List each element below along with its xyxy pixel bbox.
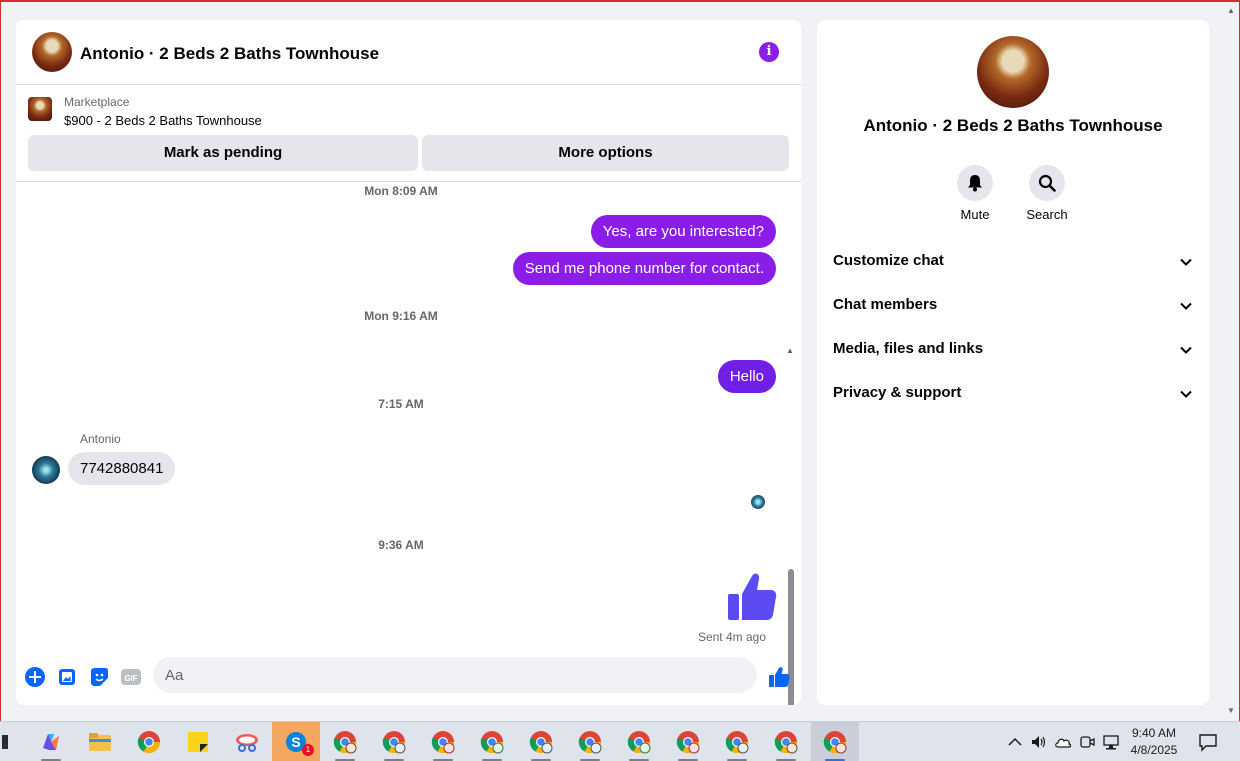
- message-input-container: [153, 657, 757, 693]
- section-media-files-links[interactable]: Media, files and links: [833, 340, 1193, 364]
- mute-button[interactable]: Mute: [945, 165, 1005, 222]
- chrome-icon[interactable]: [125, 722, 173, 761]
- meet-now-icon[interactable]: [1078, 733, 1096, 751]
- outgoing-message[interactable]: Yes, are you interested?: [590, 215, 776, 248]
- thumbs-up-message-icon[interactable]: [726, 570, 778, 622]
- search-label: Search: [1026, 207, 1068, 222]
- clock-time: 9:40 AM: [1131, 726, 1177, 740]
- copilot-icon[interactable]: [27, 722, 75, 761]
- file-explorer-icon[interactable]: [76, 722, 124, 761]
- chevron-down-icon: [1180, 302, 1192, 310]
- profile-title: Antonio · 2 Beds 2 Baths Townhouse: [863, 116, 1163, 135]
- skype-icon[interactable]: S 1: [272, 722, 320, 761]
- chrome-profile-icon[interactable]: [762, 722, 810, 761]
- listing-title: $900 - 2 Beds 2 Baths Townhouse: [64, 113, 262, 128]
- network-icon[interactable]: [1102, 733, 1120, 751]
- sticker-icon[interactable]: [88, 666, 110, 688]
- mute-label: Mute: [960, 207, 990, 222]
- timestamp: 7:15 AM: [378, 397, 424, 411]
- window-frame-top: [0, 0, 1240, 2]
- search-icon: [1038, 174, 1056, 192]
- clock-date: 4/8/2025: [1130, 743, 1178, 757]
- chat-header: Antonio · 2 Beds 2 Baths Townhouse i: [16, 20, 801, 85]
- chrome-profile-icon[interactable]: [468, 722, 516, 761]
- chrome-profile-icon[interactable]: [370, 722, 418, 761]
- onedrive-cloud-icon[interactable]: [1054, 733, 1072, 751]
- timestamp: Mon 8:09 AM: [364, 184, 438, 198]
- window-frame-left: [0, 0, 1, 761]
- section-privacy-support[interactable]: Privacy & support: [833, 384, 1193, 408]
- sender-avatar[interactable]: [32, 456, 60, 484]
- svg-text:S: S: [291, 734, 300, 750]
- send-like-icon[interactable]: [768, 666, 790, 688]
- section-label: Customize chat: [833, 252, 944, 269]
- page-scroll-up-icon[interactable]: ▲: [1227, 6, 1235, 15]
- volume-icon[interactable]: [1030, 733, 1048, 751]
- sticky-notes-icon[interactable]: [174, 722, 222, 761]
- add-plus-icon[interactable]: [24, 666, 46, 688]
- photo-icon[interactable]: [56, 666, 78, 688]
- seen-receipt-avatar: [751, 495, 765, 509]
- section-label: Chat members: [833, 296, 938, 313]
- conversation-details-panel: Antonio · 2 Beds 2 Baths Townhouse Mute …: [817, 20, 1209, 705]
- composer: GIF: [16, 652, 801, 705]
- chrome-profile-icon[interactable]: [811, 722, 859, 761]
- message-list[interactable]: ▲ Mon 8:09 AM Yes, are you interested? S…: [16, 182, 801, 705]
- chat-title[interactable]: Antonio · 2 Beds 2 Baths Townhouse: [80, 44, 379, 64]
- chrome-profile-icon[interactable]: [713, 722, 761, 761]
- incoming-message[interactable]: 7742880841: [68, 452, 176, 485]
- more-options-button[interactable]: More options: [422, 135, 789, 171]
- svg-text:GIF: GIF: [124, 674, 137, 683]
- mark-as-pending-button[interactable]: Mark as pending: [28, 135, 418, 171]
- notification-center-icon[interactable]: [1198, 732, 1218, 752]
- bell-icon: [968, 175, 982, 192]
- sent-status: Sent 4m ago: [697, 630, 766, 644]
- section-chat-members[interactable]: Chat members: [833, 296, 1193, 320]
- outgoing-message[interactable]: Hello: [717, 360, 776, 393]
- chrome-profile-icon[interactable]: [321, 722, 369, 761]
- listing-avatar[interactable]: [32, 32, 72, 72]
- scroll-up-arrow-icon[interactable]: ▲: [786, 346, 794, 355]
- snipping-tool-icon[interactable]: [223, 722, 271, 761]
- section-label: Privacy & support: [833, 384, 962, 401]
- chat-panel: Antonio · 2 Beds 2 Baths Townhouse i Mar…: [16, 20, 801, 705]
- chevron-down-icon: [1180, 258, 1192, 266]
- chevron-down-icon: [1180, 346, 1192, 354]
- search-button[interactable]: Search: [1017, 165, 1077, 222]
- chevron-up-icon[interactable]: [1006, 733, 1024, 751]
- marketplace-listing[interactable]: Marketplace $900 - 2 Beds 2 Baths Townho…: [16, 85, 801, 135]
- system-clock[interactable]: 9:40 AM 4/8/2025: [1124, 725, 1184, 759]
- chrome-profile-icon[interactable]: [664, 722, 712, 761]
- section-label: Media, files and links: [833, 340, 984, 357]
- outgoing-message[interactable]: Send me phone number for contact.: [512, 252, 776, 285]
- sender-name: Antonio: [80, 432, 121, 446]
- chrome-profile-icon[interactable]: [566, 722, 614, 761]
- profile-avatar[interactable]: [977, 36, 1049, 108]
- skype-notification-badge: 1: [302, 744, 314, 756]
- listing-thumbnail: [28, 97, 52, 121]
- marketplace-label: Marketplace: [64, 95, 130, 109]
- gif-icon[interactable]: GIF: [120, 666, 142, 688]
- taskbar: S 1 9:40 AM 4/8/2025: [0, 721, 1240, 761]
- chrome-profile-icon[interactable]: [419, 722, 467, 761]
- start-button-icon[interactable]: [2, 735, 8, 749]
- chevron-down-icon: [1180, 390, 1192, 398]
- message-input[interactable]: [153, 657, 713, 693]
- chrome-profile-icon[interactable]: [517, 722, 565, 761]
- timestamp: 9:36 AM: [378, 538, 424, 552]
- section-customize-chat[interactable]: Customize chat: [833, 252, 1193, 276]
- info-icon[interactable]: i: [759, 42, 779, 62]
- page-scroll-down-icon[interactable]: ▼: [1227, 706, 1235, 715]
- chrome-profile-icon[interactable]: [615, 722, 663, 761]
- timestamp: Mon 9:16 AM: [364, 309, 438, 323]
